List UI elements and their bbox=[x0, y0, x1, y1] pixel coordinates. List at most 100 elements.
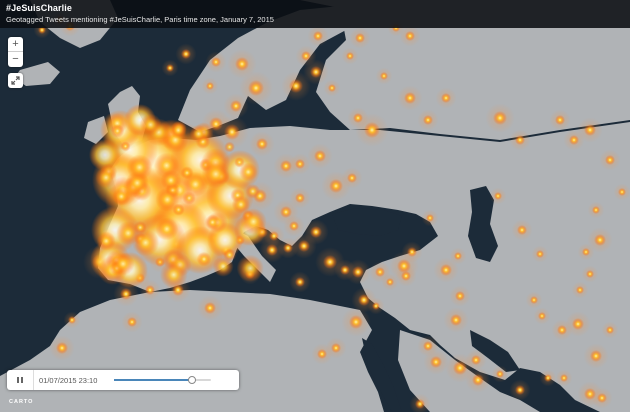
tweet-hotspot bbox=[224, 124, 240, 140]
tweet-hotspot bbox=[266, 244, 278, 256]
tweet-hotspot bbox=[95, 166, 117, 189]
tweet-hotspot bbox=[405, 31, 415, 41]
tweet-hotspot bbox=[280, 206, 292, 218]
tweet-hotspot bbox=[576, 286, 584, 294]
tweet-hotspot bbox=[96, 231, 116, 251]
time-slider-handle[interactable] bbox=[187, 376, 196, 384]
zoom-out-button[interactable]: − bbox=[8, 52, 23, 67]
tweet-hotspot bbox=[355, 33, 365, 43]
tweet-hotspot bbox=[340, 265, 350, 275]
tweet-hotspot bbox=[212, 255, 234, 277]
tweet-hotspot bbox=[372, 302, 380, 310]
tweet-hotspot bbox=[471, 355, 481, 365]
tweet-hotspot bbox=[204, 214, 221, 230]
pause-button[interactable] bbox=[7, 370, 34, 390]
tweet-hotspot bbox=[590, 350, 602, 362]
tweet-hotspot bbox=[224, 141, 235, 153]
tweet-hotspot bbox=[204, 302, 216, 314]
tweet-hotspot bbox=[269, 231, 279, 241]
fullscreen-button[interactable] bbox=[8, 73, 23, 88]
tweet-hotspot bbox=[423, 341, 433, 351]
tweet-hotspot bbox=[592, 206, 600, 214]
tweet-hotspot bbox=[349, 315, 363, 329]
tweet-hotspot bbox=[314, 150, 326, 162]
tweet-hotspot bbox=[386, 278, 394, 286]
tweet-hotspot bbox=[493, 111, 507, 125]
tweet-hotspot bbox=[280, 160, 292, 172]
time-slider-track[interactable] bbox=[114, 376, 211, 384]
tweet-hotspot bbox=[582, 248, 590, 256]
tweet-hotspot bbox=[230, 100, 242, 112]
tweet-hotspot bbox=[584, 388, 596, 400]
tweet-hotspot bbox=[120, 141, 131, 152]
current-timestamp: 01/07/2015 23:10 bbox=[39, 376, 98, 385]
tweet-hotspot bbox=[68, 316, 76, 324]
tweet-hotspot bbox=[283, 243, 293, 253]
zoom-in-button[interactable]: + bbox=[8, 37, 23, 52]
tweet-hotspot bbox=[236, 254, 264, 282]
tweet-density-map[interactable] bbox=[0, 0, 630, 412]
tweet-hotspot bbox=[618, 188, 626, 196]
tweet-hotspot bbox=[407, 247, 417, 257]
tweet-hotspot bbox=[453, 361, 467, 375]
tweet-hotspot bbox=[530, 296, 538, 304]
tweet-hotspot bbox=[415, 399, 425, 409]
tweet-hotspot bbox=[189, 124, 208, 143]
tweet-hotspot bbox=[536, 250, 544, 258]
tweet-hotspot bbox=[555, 115, 565, 125]
time-slider-progress bbox=[114, 379, 192, 381]
tweet-hotspot bbox=[160, 169, 182, 191]
tweet-hotspot bbox=[201, 159, 231, 189]
tweet-hotspot bbox=[111, 252, 135, 276]
tweet-hotspot bbox=[313, 31, 323, 41]
tweet-hotspot bbox=[298, 240, 310, 252]
tweet-hotspot bbox=[112, 187, 131, 206]
tweet-hotspot bbox=[155, 217, 179, 241]
tweet-hotspot bbox=[494, 192, 502, 200]
tweet-hotspot bbox=[289, 221, 299, 231]
tweet-hotspot bbox=[256, 138, 268, 150]
tweet-hotspot bbox=[211, 57, 221, 67]
tweet-hotspot bbox=[594, 234, 606, 246]
fullscreen-icon bbox=[11, 76, 20, 85]
tweet-hotspot bbox=[352, 266, 364, 278]
tweet-hotspot bbox=[116, 221, 141, 246]
tweet-hotspot bbox=[515, 135, 525, 145]
tweet-hotspot bbox=[317, 349, 327, 359]
tweet-hotspot bbox=[120, 288, 132, 300]
tweet-hotspot bbox=[347, 173, 357, 183]
tweet-hotspot bbox=[560, 374, 568, 382]
tweet-hotspot bbox=[289, 79, 303, 93]
tweet-hotspot bbox=[234, 157, 245, 168]
tweet-hotspot bbox=[329, 179, 343, 193]
tweet-hotspot bbox=[472, 374, 484, 386]
tweet-hotspot bbox=[496, 370, 504, 378]
tweet-hotspot bbox=[426, 214, 434, 222]
tweet-hotspot bbox=[126, 154, 153, 181]
tweet-hotspot bbox=[375, 267, 385, 277]
tweet-hotspot bbox=[323, 255, 337, 269]
tweet-hotspot bbox=[515, 385, 525, 395]
tweet-hotspot bbox=[295, 277, 305, 287]
tweet-hotspot bbox=[331, 343, 341, 353]
tweet-hotspot bbox=[364, 122, 380, 138]
map-header: #JeSuisCharlie Geotagged Tweets mentioni… bbox=[0, 0, 630, 28]
tweet-hotspot bbox=[572, 318, 584, 330]
tweet-hotspot bbox=[358, 294, 370, 306]
tweet-hotspot bbox=[139, 113, 162, 136]
tweet-hotspot bbox=[380, 72, 388, 80]
tweet-hotspot bbox=[310, 226, 322, 238]
time-slider-player: 01/07/2015 23:10 bbox=[7, 370, 239, 390]
tweet-hotspot bbox=[423, 115, 433, 125]
tweet-hotspot bbox=[544, 374, 552, 382]
tweet-hotspot bbox=[397, 259, 411, 273]
tweet-hotspot bbox=[166, 64, 174, 72]
tweet-hotspot bbox=[557, 325, 567, 335]
tweet-hotspot bbox=[584, 124, 596, 136]
tweet-hotspot bbox=[235, 57, 249, 71]
tweet-hotspot bbox=[597, 393, 607, 403]
tweet-hotspot bbox=[569, 135, 579, 145]
tweet-hotspot bbox=[606, 326, 614, 334]
tweet-hotspot bbox=[440, 264, 452, 276]
tweet-hotspot bbox=[404, 92, 416, 104]
